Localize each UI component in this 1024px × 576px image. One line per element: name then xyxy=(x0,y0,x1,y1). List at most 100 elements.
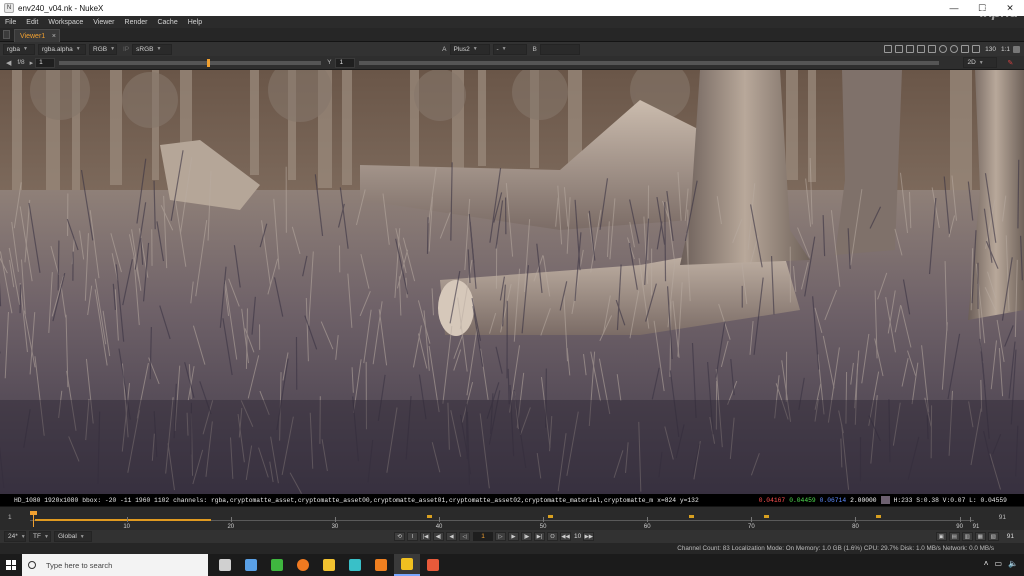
clipping-warning-icon[interactable] xyxy=(906,45,915,53)
chevron-down-icon: ▼ xyxy=(472,46,478,52)
timeline-keyframe-marker[interactable] xyxy=(688,515,694,518)
viewer-canvas[interactable] xyxy=(0,70,1024,494)
nuke-icon: N xyxy=(4,3,14,13)
tab-viewer1[interactable]: Viewer1 × xyxy=(14,29,60,42)
gamma-slider[interactable] xyxy=(359,60,940,65)
blender-icon[interactable] xyxy=(368,554,394,576)
viewer-info-bar: HD_1080 1920x1080 bbox: -20 -11 1960 110… xyxy=(0,494,1024,506)
chevron-up-icon[interactable]: ˄ xyxy=(984,559,989,568)
gamma-label: Y xyxy=(327,59,332,66)
timeline-keyframe-marker[interactable] xyxy=(548,515,554,518)
lock-range-icon[interactable]: ▥ xyxy=(961,532,973,541)
increment-back-icon[interactable]: ◀◀ xyxy=(560,532,571,541)
menu-edit[interactable]: Edit xyxy=(21,19,43,26)
menu-help[interactable]: Help xyxy=(183,19,207,26)
loop-icon[interactable]: ⟲ xyxy=(394,532,405,541)
task-view-icon[interactable] xyxy=(212,554,238,576)
nuke-icon[interactable] xyxy=(394,554,420,576)
chevron-down-icon: ▼ xyxy=(23,46,28,52)
timeline[interactable]: 1 10 20 30 40 50 60 70 80 90 91 91 xyxy=(0,506,1024,530)
step-back-icon[interactable]: ◁ xyxy=(459,532,470,541)
frame-range-dropdown[interactable]: Global ▼ xyxy=(54,531,92,542)
proxy-icon[interactable]: ▤ xyxy=(948,532,960,541)
alpha-dropdown[interactable]: rgba.alpha ▼ xyxy=(38,43,86,55)
play-forward-icon[interactable]: ▶ xyxy=(508,532,519,541)
network-icon[interactable]: ▭ xyxy=(994,559,1002,568)
last-frame-icon[interactable]: ▶| xyxy=(534,532,545,541)
app-red-icon[interactable] xyxy=(420,554,446,576)
timeline-keyframe-marker[interactable] xyxy=(763,515,769,518)
settings-icon[interactable] xyxy=(1013,45,1020,53)
menu-cache[interactable]: Cache xyxy=(152,19,182,26)
timeline-start-frame[interactable]: 1 xyxy=(8,514,12,521)
current-frame-field[interactable]: 1 xyxy=(473,532,493,541)
file-explorer-icon[interactable] xyxy=(316,554,342,576)
menu-workspace[interactable]: Workspace xyxy=(43,19,88,26)
chevron-down-icon: ▼ xyxy=(20,533,26,540)
tab-close-icon[interactable]: × xyxy=(52,33,56,40)
refresh-icon[interactable] xyxy=(950,45,959,53)
firefox-icon[interactable] xyxy=(290,554,316,576)
start-button[interactable] xyxy=(0,554,22,576)
menu-viewer[interactable]: Viewer xyxy=(88,19,119,26)
gain-slider-knob[interactable] xyxy=(207,58,211,67)
fps-dropdown[interactable]: 24* ▼ xyxy=(4,531,26,542)
channels-dropdown[interactable]: rgba ▼ xyxy=(3,43,35,55)
in-point-icon[interactable]: I xyxy=(407,532,418,541)
mask-icon[interactable] xyxy=(939,45,948,53)
zoom-ratio[interactable]: 1:1 xyxy=(1001,46,1010,53)
camtasia-icon[interactable] xyxy=(264,554,290,576)
timeline-end-frame[interactable]: 91 xyxy=(999,514,1006,521)
menu-render[interactable]: Render xyxy=(120,19,153,26)
flipbook-icon[interactable]: ▦ xyxy=(974,532,986,541)
gain-step-icon[interactable]: ▸ xyxy=(30,59,34,67)
color-picker-icon[interactable]: ✎ xyxy=(1007,59,1013,67)
view-mode-dropdown[interactable]: 2D ▼ xyxy=(963,57,998,68)
step-forward-icon[interactable]: ▷ xyxy=(495,532,506,541)
app-glyph xyxy=(297,559,309,571)
input-a-label: A xyxy=(442,45,447,53)
frame-back-icon[interactable]: ◀ xyxy=(6,59,11,67)
timeline-tick xyxy=(439,517,441,522)
play-backward-icon[interactable]: ◀ xyxy=(446,532,457,541)
timeline-keyframe-marker[interactable] xyxy=(876,515,882,518)
prev-keyframe-icon[interactable]: ◀| xyxy=(433,532,444,541)
volume-icon[interactable]: 🔈 xyxy=(1008,559,1018,568)
menu-file[interactable]: File xyxy=(0,19,21,26)
input-b-dropdown[interactable] xyxy=(539,43,580,55)
chevron-down-icon: ▼ xyxy=(79,533,85,540)
out-point-icon[interactable]: O xyxy=(547,532,558,541)
maya-icon[interactable] xyxy=(342,554,368,576)
timeline-keyframe-marker[interactable] xyxy=(426,515,432,518)
notepad-icon[interactable] xyxy=(238,554,264,576)
playhead[interactable] xyxy=(33,511,34,527)
safe-area-icon[interactable] xyxy=(928,45,937,53)
input-a-value: Plus2 xyxy=(453,45,470,53)
increment-forward-icon[interactable]: ▶▶ xyxy=(583,532,595,541)
gain-input[interactable]: 1 xyxy=(35,57,56,68)
input-a-dropdown[interactable]: Plus2 ▼ xyxy=(449,43,490,55)
gamma-input[interactable]: 1 xyxy=(335,57,356,68)
frame-increment-field[interactable]: 10 xyxy=(574,533,581,540)
end-frame-field[interactable]: 91 xyxy=(1007,533,1014,540)
colorspace-dropdown[interactable]: sRGB ▼ xyxy=(132,43,173,55)
pause-icon[interactable] xyxy=(961,45,970,53)
display-channel-dropdown[interactable]: RGB ▼ xyxy=(89,43,117,55)
settings-icon[interactable]: ▧ xyxy=(987,532,999,541)
cache-icon[interactable]: ▣ xyxy=(935,532,947,541)
pane-menu-icon[interactable] xyxy=(3,30,10,39)
input-process-toggle[interactable]: IP xyxy=(123,46,129,53)
first-frame-icon[interactable]: |◀ xyxy=(420,532,431,541)
roi-icon[interactable] xyxy=(884,45,893,53)
overlay-icon[interactable] xyxy=(895,45,904,53)
compare-mode-dropdown[interactable]: - ▼ xyxy=(492,43,527,55)
gain-slider[interactable] xyxy=(59,58,322,67)
taskbar-search-box[interactable]: Type here to search xyxy=(22,554,208,576)
timeline-mode-dropdown[interactable]: TF ▼ xyxy=(29,531,51,542)
minimize-icon[interactable]: — xyxy=(940,0,968,16)
zoom-value[interactable]: 130 xyxy=(985,46,996,53)
timeline-tick xyxy=(543,517,545,522)
next-keyframe-icon[interactable]: |▶ xyxy=(521,532,532,541)
lock-icon[interactable] xyxy=(972,45,981,53)
histogram-icon[interactable] xyxy=(917,45,926,53)
